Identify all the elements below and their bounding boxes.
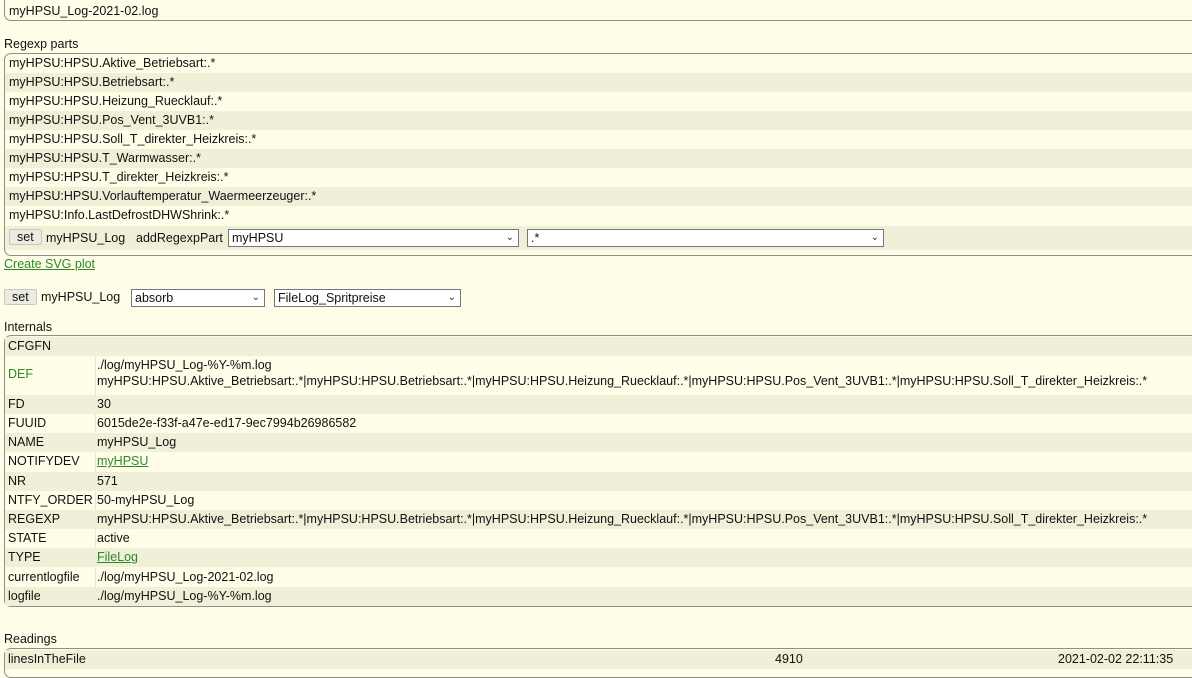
regexp-part-row: myHPSU:HPSU.Heizung_Ruecklauf:.*: [5, 92, 1192, 111]
device-name: myHPSU_Log: [46, 231, 126, 245]
regexp-part: myHPSU:HPSU.Soll_T_direkter_Heizkreis:.*: [9, 132, 257, 146]
internal-value: ./log/myHPSU_Log-2021-02.log: [97, 570, 274, 584]
internal-value: myHPSU:HPSU.Aktive_Betriebsart:.*|myHPSU…: [97, 512, 1148, 526]
readings-heading: Readings: [4, 632, 57, 646]
internal-key: currentlogfile: [8, 570, 80, 584]
internal-key: TYPE: [8, 550, 41, 564]
internal-key: REGEXP: [8, 512, 61, 526]
internal-row: STATE active: [5, 529, 1192, 548]
internal-row: NR 571: [5, 472, 1192, 491]
regexp-part-row: myHPSU:HPSU.Soll_T_direkter_Heizkreis:.*: [5, 130, 1192, 149]
internal-key: STATE: [8, 531, 47, 545]
internal-row: NAME myHPSU_Log: [5, 433, 1192, 452]
internal-row: logfile ./log/myHPSU_Log-%Y-%m.log: [5, 587, 1192, 606]
regexp-part: myHPSU:HPSU.Heizung_Ruecklauf:.*: [9, 94, 223, 108]
internal-value-line2: myHPSU:HPSU.Aktive_Betriebsart:.*|myHPSU…: [97, 374, 1148, 388]
regexp-part-row: myHPSU:HPSU.Vorlauftemperatur_Waermeerze…: [5, 187, 1192, 206]
notifydev-link[interactable]: myHPSU: [97, 452, 148, 471]
reading-timestamp: 2021-02-02 22:11:35: [1058, 652, 1174, 666]
regexp-part: myHPSU:HPSU.Aktive_Betriebsart:.*: [9, 56, 216, 70]
device-select-value: myHPSU: [232, 231, 284, 245]
reading-value: 4910: [775, 652, 803, 666]
device-name: myHPSU_Log: [41, 290, 121, 304]
internal-value: 30: [97, 397, 111, 411]
device-select[interactable]: myHPSU ⌄: [228, 229, 519, 247]
regexp-select[interactable]: .* ⌄: [527, 229, 884, 247]
regexp-part: myHPSU:HPSU.T_Warmwasser:.*: [9, 151, 201, 165]
regexp-part-row: myHPSU:HPSU.Betriebsart:.*: [5, 73, 1192, 92]
internal-key: NAME: [8, 435, 45, 449]
set-button[interactable]: set: [9, 229, 42, 245]
internal-row: CFGFN: [5, 337, 1192, 356]
set-command-select-value: absorb: [135, 291, 174, 305]
internal-key: CFGFN: [8, 339, 52, 353]
reading-row: linesInTheFile 4910 2021-02-02 22:11:35: [5, 650, 1192, 669]
internal-key: NOTIFYDEV: [8, 454, 80, 468]
set-button[interactable]: set: [4, 289, 37, 305]
internal-row: FD 30: [5, 395, 1192, 414]
regexp-parts-heading: Regexp parts: [4, 37, 79, 51]
regexp-part-row: myHPSU:HPSU.Aktive_Betriebsart:.*: [5, 54, 1192, 73]
regexp-part: myHPSU:Info.LastDefrostDHWShrink:.*: [9, 208, 230, 222]
internal-row: currentlogfile ./log/myHPSU_Log-2021-02.…: [5, 568, 1192, 587]
internal-row-def: DEF ./log/myHPSU_Log-%Y-%m.log myHPSU:HP…: [5, 356, 1192, 394]
create-svg-plot-link[interactable]: Create SVG plot: [4, 257, 95, 271]
regexp-part: myHPSU:HPSU.Pos_Vent_3UVB1:.*: [9, 113, 214, 127]
internals-heading: Internals: [4, 320, 52, 334]
add-regexp-row: set myHPSU_Log addRegexpPart myHPSU ⌄ .*…: [5, 226, 1192, 250]
internal-row: TYPE FileLog: [5, 548, 1192, 567]
regexp-select-value: .*: [531, 231, 540, 245]
internal-row: REGEXP myHPSU:HPSU.Aktive_Betriebsart:.*…: [5, 510, 1192, 529]
regexp-part-row: myHPSU:HPSU.Pos_Vent_3UVB1:.*: [5, 111, 1192, 130]
regexp-part: myHPSU:HPSU.Betriebsart:.*: [9, 75, 175, 89]
internal-value: myHPSU_Log: [97, 435, 177, 449]
internal-row: NTFY_ORDER 50-myHPSU_Log: [5, 491, 1192, 510]
regexp-part: myHPSU:HPSU.T_direkter_Heizkreis:.*: [9, 170, 229, 184]
internal-key: NR: [8, 474, 27, 488]
internal-key: FD: [8, 397, 25, 411]
internal-row: FUUID 6015de2e-f33f-a47e-ed17-9ec7994b26…: [5, 414, 1192, 433]
reading-name: linesInTheFile: [8, 652, 86, 666]
regexp-part: myHPSU:HPSU.Vorlauftemperatur_Waermeerze…: [9, 189, 317, 203]
internal-key: FUUID: [8, 416, 47, 430]
internal-value: 571: [97, 474, 118, 488]
internal-key-def: DEF: [8, 367, 33, 381]
internal-value: 50-myHPSU_Log: [97, 493, 195, 507]
set-target-select-value: FileLog_Spritpreise: [278, 291, 386, 305]
chevron-down-icon: ⌄: [505, 232, 514, 243]
internal-key: NTFY_ORDER: [8, 493, 93, 507]
internal-key: logfile: [8, 589, 41, 603]
internals-table: CFGFN DEF ./log/myHPSU_Log-%Y-%m.log myH…: [4, 335, 1192, 607]
regexp-parts-box: myHPSU:HPSU.Aktive_Betriebsart:.* myHPSU…: [4, 53, 1192, 256]
chevron-down-icon: ⌄: [870, 232, 879, 243]
command-name: addRegexpPart: [136, 231, 223, 245]
internal-value: 6015de2e-f33f-a47e-ed17-9ec7994b26986582: [97, 416, 357, 430]
regexp-part-row: myHPSU:HPSU.T_Warmwasser:.*: [5, 149, 1192, 168]
set-target-select[interactable]: FileLog_Spritpreise ⌄: [274, 289, 461, 307]
regexp-part-row: myHPSU:Info.LastDefrostDHWShrink:.*: [5, 206, 1192, 225]
readings-table: linesInTheFile 4910 2021-02-02 22:11:35: [4, 648, 1192, 678]
set-command-select[interactable]: absorb ⌄: [131, 289, 265, 307]
chevron-down-icon: ⌄: [251, 292, 260, 303]
internal-row: NOTIFYDEV myHPSU: [5, 452, 1192, 471]
file-title-box: myHPSU_Log-2021-02.log: [4, 0, 1192, 21]
regexp-part-row: myHPSU:HPSU.T_direkter_Heizkreis:.*: [5, 168, 1192, 187]
chevron-down-icon: ⌄: [447, 292, 456, 303]
internal-value: active: [97, 531, 130, 545]
internal-value: ./log/myHPSU_Log-%Y-%m.log: [97, 589, 272, 603]
file-title: myHPSU_Log-2021-02.log: [9, 4, 159, 18]
type-link[interactable]: FileLog: [97, 548, 138, 567]
